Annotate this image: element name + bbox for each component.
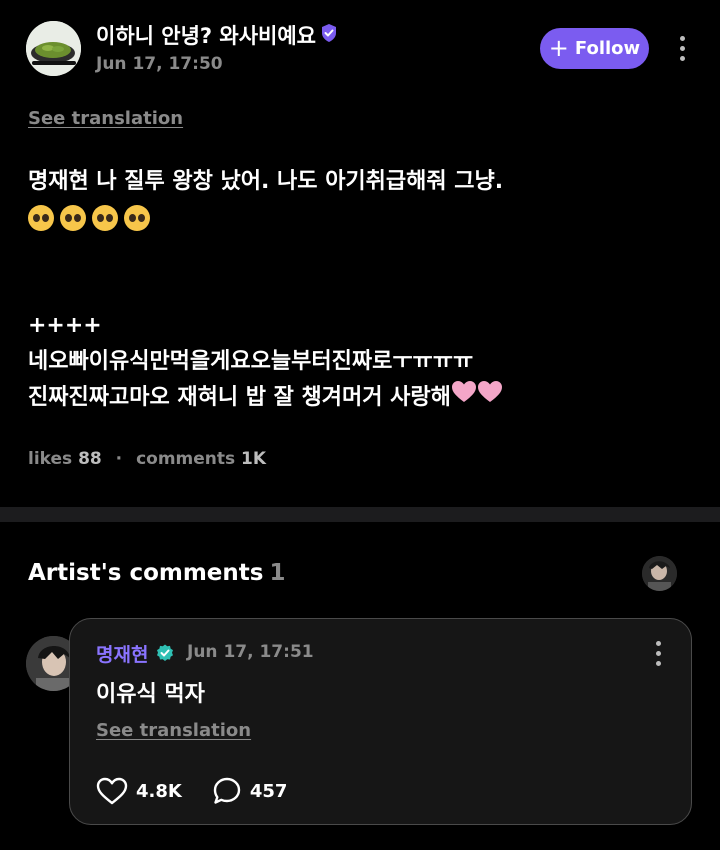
heart-outline-icon [96,777,128,805]
reply-button[interactable]: 457 [212,776,288,806]
post-author-name[interactable]: 이하니 안녕? 와사비예요 [96,20,339,50]
artist-avatar-small[interactable] [642,556,677,591]
post-body-line: ++++ [28,313,102,338]
comment-see-translation-link[interactable]: See translation [96,720,251,741]
post-body-last-line: 진짜진짜고마오 재혀니 밥 잘 챙겨머거 사랑해 [28,380,688,416]
verified-badge-icon [156,644,174,666]
post-see-translation-link[interactable]: See translation [28,108,183,129]
post-body-spacer [28,236,688,308]
post-header: 이하니 안녕? 와사비예요 Jun 17, 17:50 + Follow [0,0,720,100]
comment-reply-count: 457 [249,780,288,802]
follow-button-label: Follow [574,38,641,59]
artist-photo [642,556,677,591]
comment-author-name[interactable]: 명재현 [96,640,148,667]
post-author-name-text: 이하니 안녕? 와사비예요 [96,24,317,48]
pink-heart-emoji [477,380,503,416]
comment-timestamp: Jun 17, 17:51 [187,642,314,662]
section-divider [0,507,720,522]
pink-heart-emoji [451,380,477,416]
plus-icon: + [548,33,569,62]
stats-separator: · [115,449,123,469]
pleading-face-emoji [60,205,86,231]
pleading-face-emoji [124,205,150,231]
post-body-line-text: 진짜진짜고마오 재혀니 밥 잘 챙겨머거 사랑해 [28,385,451,410]
comment-text: 이유식 먹자 [96,682,205,707]
wasabi-dish-image [26,21,81,76]
comments-label: comments [136,449,236,469]
artist-comments-heading: Artist's comments 1 [28,560,286,586]
comment-bubble-icon [213,777,241,804]
pleading-face-emoji [28,205,54,231]
post-body-line: 네오빠이유식만먹을게요오늘부터진짜로ㅜㅠㅠㅠ [28,349,474,374]
more-vertical-icon[interactable] [680,36,685,61]
comment-actions: 4.8K 457 [96,776,287,806]
artist-comments-title: Artist's comments [28,560,264,586]
post-author-avatar[interactable] [26,21,81,76]
pleading-face-emoji [92,205,118,231]
verified-badge-icon [319,23,339,48]
emoji-row [28,200,688,236]
comments-count[interactable]: 1K [241,449,266,469]
post-body: 명재현 나 질투 왕창 났어. 나도 아기취급해줘 그냥. ++++ 네오빠이유… [28,164,688,416]
post-timestamp: Jun 17, 17:50 [96,54,223,74]
follow-button[interactable]: + Follow [540,28,649,69]
likes-label: likes [28,449,73,469]
artist-comments-count: 1 [269,560,286,586]
like-button[interactable]: 4.8K [96,777,182,805]
likes-count[interactable]: 88 [78,449,102,469]
post-stats: likes 88 · comments 1K [28,449,266,469]
artist-comment-card: 명재현 Jun 17, 17:51 이유식 먹자 See translation… [69,618,692,825]
comment-like-count: 4.8K [136,780,182,802]
post-body-line: 명재현 나 질투 왕창 났어. 나도 아기취급해줘 그냥. [28,169,504,194]
more-vertical-icon[interactable] [656,641,661,666]
